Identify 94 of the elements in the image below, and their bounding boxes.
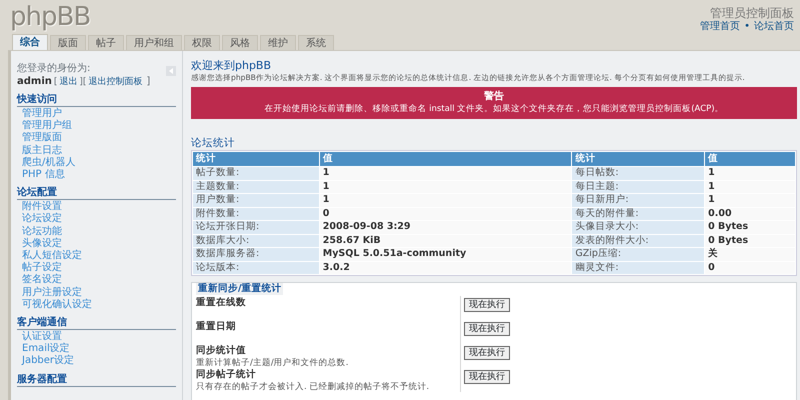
value-cell: 3.0.2 bbox=[320, 262, 572, 274]
label-cell: 发表的附件大小: bbox=[572, 234, 704, 248]
value-cell: 关 bbox=[705, 248, 795, 261]
tab[interactable]: 帖子 bbox=[88, 35, 124, 50]
tab[interactable]: 版面 bbox=[50, 35, 86, 50]
setting-label: 重置在线数 bbox=[196, 296, 247, 309]
sidebar-link[interactable]: 附件设置 bbox=[17, 201, 176, 214]
collapse-icon[interactable] bbox=[166, 66, 176, 76]
sidebar-link[interactable]: 论坛功能 bbox=[17, 226, 176, 238]
label-cell: 每天的附件量: bbox=[572, 208, 704, 220]
tab[interactable]: 维护 bbox=[260, 35, 296, 50]
username: admin bbox=[17, 76, 52, 86]
stats-title: 论坛统计 bbox=[191, 137, 236, 150]
label-cell: 每日帖数: bbox=[572, 167, 704, 180]
sidebar-link[interactable]: 管理用户 bbox=[17, 108, 176, 120]
value-cell: 1 bbox=[320, 180, 572, 194]
label-cell: 用户数量: bbox=[193, 194, 319, 207]
tab[interactable]: 风格 bbox=[222, 35, 258, 50]
value-cell: 0 bbox=[320, 208, 572, 220]
sidebar-link[interactable]: 帖子设定 bbox=[17, 262, 176, 274]
section-title: 客户端通信 bbox=[17, 317, 176, 330]
column-header: 值 bbox=[320, 152, 572, 166]
section-title: 快速访问 bbox=[17, 94, 176, 107]
label-cell: 每日主题: bbox=[572, 180, 704, 194]
setting-description: 只有存在的帖子才会被计入. 已经删减掉的帖子将不予统计. bbox=[196, 382, 430, 392]
sidebar-link[interactable]: 签名设定 bbox=[17, 274, 176, 287]
sidebar-link[interactable]: 私人短信设定 bbox=[17, 250, 176, 262]
run-now-button[interactable]: 现在执行 bbox=[464, 298, 510, 312]
value-cell: 0 bbox=[705, 262, 795, 274]
label-cell: 幽灵文件: bbox=[572, 262, 704, 274]
logo[interactable]: phpBB bbox=[10, 0, 90, 34]
value-cell: 1 bbox=[320, 194, 572, 207]
sidebar-link[interactable]: 版主日志 bbox=[17, 144, 176, 157]
label-cell: 论坛开张日期: bbox=[193, 221, 319, 234]
sidebar-link[interactable]: 用户注册设定 bbox=[17, 286, 176, 299]
section-title: 服务器配置 bbox=[17, 374, 176, 387]
value-cell: 1 bbox=[705, 180, 795, 194]
user-link[interactable]: 退出 bbox=[59, 76, 78, 86]
label-cell: 主题数量: bbox=[193, 180, 319, 194]
value-cell: 0 Bytes bbox=[705, 221, 795, 234]
tab[interactable]: 权限 bbox=[184, 35, 220, 50]
tab[interactable]: 系统 bbox=[298, 35, 334, 50]
warning-title: 警告 bbox=[483, 91, 505, 104]
welcome-title: 欢迎来到phpBB bbox=[191, 59, 272, 73]
label-cell: 帖子数量: bbox=[193, 167, 319, 180]
sidebar-link[interactable]: 头像设定 bbox=[17, 238, 176, 250]
user-link[interactable]: 退出控制面板 bbox=[88, 76, 142, 86]
header-link[interactable]: 管理首页 bbox=[700, 21, 740, 32]
value-cell: 0.00 bbox=[705, 208, 795, 220]
warning-text: 在开始使用论坛前请删除、移除或重命名 install 文件夹。如果这个文件夹存在，您只能浏览管理员控制面板(ACP)。 bbox=[263, 104, 725, 114]
setting-label: 同步帖子统计 bbox=[196, 368, 257, 381]
sidebar-link[interactable]: 管理用户组 bbox=[17, 120, 176, 132]
run-now-button[interactable]: 现在执行 bbox=[464, 370, 510, 384]
tab[interactable]: 综合 bbox=[12, 34, 48, 50]
label-cell: GZip压缩: bbox=[572, 248, 704, 261]
panel-title: 管理员控制面板 bbox=[709, 6, 794, 21]
value-cell: 258.67 KiB bbox=[320, 234, 572, 248]
sidebar-link[interactable]: 认证设置 bbox=[17, 331, 176, 344]
label-cell: 数据库大小: bbox=[193, 234, 319, 248]
value-cell: 1 bbox=[320, 167, 572, 180]
value-cell: 2008-09-08 3:29 bbox=[320, 221, 572, 234]
run-now-button[interactable]: 现在执行 bbox=[464, 322, 510, 336]
sidebar-link[interactable]: 管理版面 bbox=[17, 132, 176, 145]
label-cell: 数据库服务器: bbox=[193, 248, 319, 261]
sidebar-link[interactable]: 论坛设定 bbox=[17, 213, 176, 226]
setting-label: 同步统计值 bbox=[196, 344, 247, 357]
label-cell: 附件数量: bbox=[193, 208, 319, 220]
header-link[interactable]: 论坛首页 bbox=[754, 21, 794, 32]
label-cell: 每日新用户: bbox=[572, 194, 704, 207]
login-label: 您登录的身份为: bbox=[17, 63, 92, 76]
label-cell: 头像目录大小: bbox=[572, 221, 704, 234]
sidebar-link[interactable]: 可视化确认设定 bbox=[17, 298, 176, 312]
tab[interactable]: 用户和组 bbox=[126, 35, 182, 50]
label-cell: 论坛版本: bbox=[193, 262, 319, 274]
value-cell: 1 bbox=[705, 194, 795, 207]
section-title: 论坛配置 bbox=[17, 187, 176, 200]
sidebar-link[interactable]: Jabber设定 bbox=[17, 355, 176, 368]
value-cell: MySQL 5.0.51a-community bbox=[320, 248, 572, 261]
value-cell: 1 bbox=[705, 167, 795, 180]
bracket-text: ] bbox=[146, 76, 150, 86]
sidebar-link[interactable]: Email设定 bbox=[17, 343, 176, 356]
setting-description: 重新计算帖子/主题/用户和文件的总数. bbox=[196, 358, 348, 368]
sidebar-link[interactable]: 爬虫/机器人 bbox=[17, 156, 176, 170]
value-cell: 0 Bytes bbox=[705, 234, 795, 248]
bracket-text: ][ bbox=[79, 76, 86, 86]
sidebar-link[interactable]: PHP 信息 bbox=[17, 169, 176, 182]
separator-text: • bbox=[744, 21, 750, 32]
column-header: 统计 bbox=[193, 152, 319, 166]
column-header: 值 bbox=[705, 152, 795, 166]
column-header: 统计 bbox=[572, 152, 704, 166]
setting-label: 重置日期 bbox=[196, 320, 237, 333]
resync-title: 重新同步/重置统计 bbox=[196, 283, 284, 296]
run-now-button[interactable]: 现在执行 bbox=[464, 346, 510, 360]
bracket-text: [ bbox=[54, 76, 58, 86]
